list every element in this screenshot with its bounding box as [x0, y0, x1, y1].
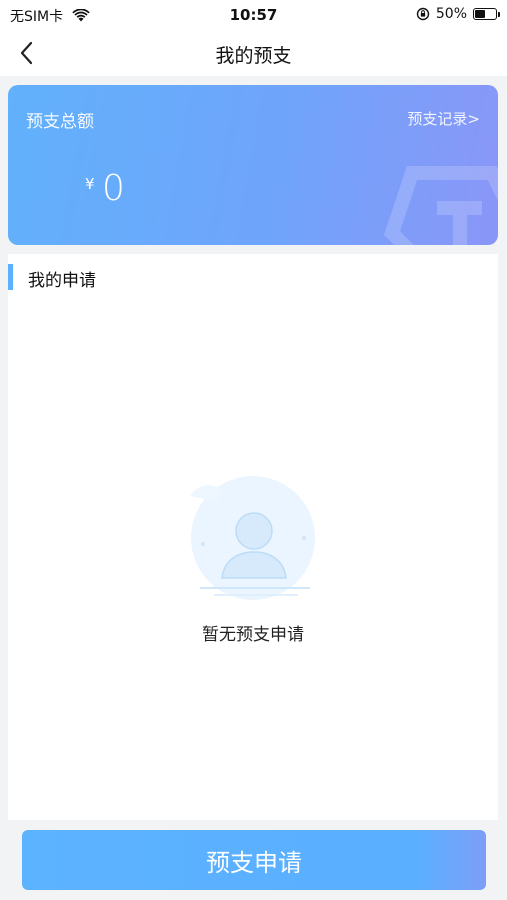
currency-symbol: ¥ [85, 175, 95, 193]
battery-fill [475, 10, 485, 18]
status-right: 50% [416, 6, 500, 22]
empty-user-icon [190, 476, 315, 600]
advance-records-link[interactable]: 预支记录> [407, 108, 480, 129]
section-accent-bar [8, 264, 13, 290]
advance-summary-card: 预支总额 预支记录> ¥ 0 [8, 85, 498, 245]
orientation-lock-icon [416, 7, 430, 21]
page-title: 我的预支 [215, 45, 292, 67]
battery-percent: 50% [435, 6, 467, 22]
card-watermark-icon [383, 166, 498, 245]
nav-bar: 我的预支 [0, 30, 507, 76]
apply-advance-button[interactable]: 预支申请 [22, 830, 486, 890]
battery-icon [473, 8, 500, 20]
advance-total-label: 预支总额 [26, 112, 94, 132]
section-heading: 我的申请 [28, 271, 96, 291]
empty-state-text: 暂无预支申请 [202, 625, 304, 645]
status-bar: 无SIM卡 10:57 50% [0, 0, 507, 30]
my-applications-panel: 我的申请 暂无预支申请 [8, 254, 498, 820]
advance-total-amount: 0 [102, 168, 125, 209]
